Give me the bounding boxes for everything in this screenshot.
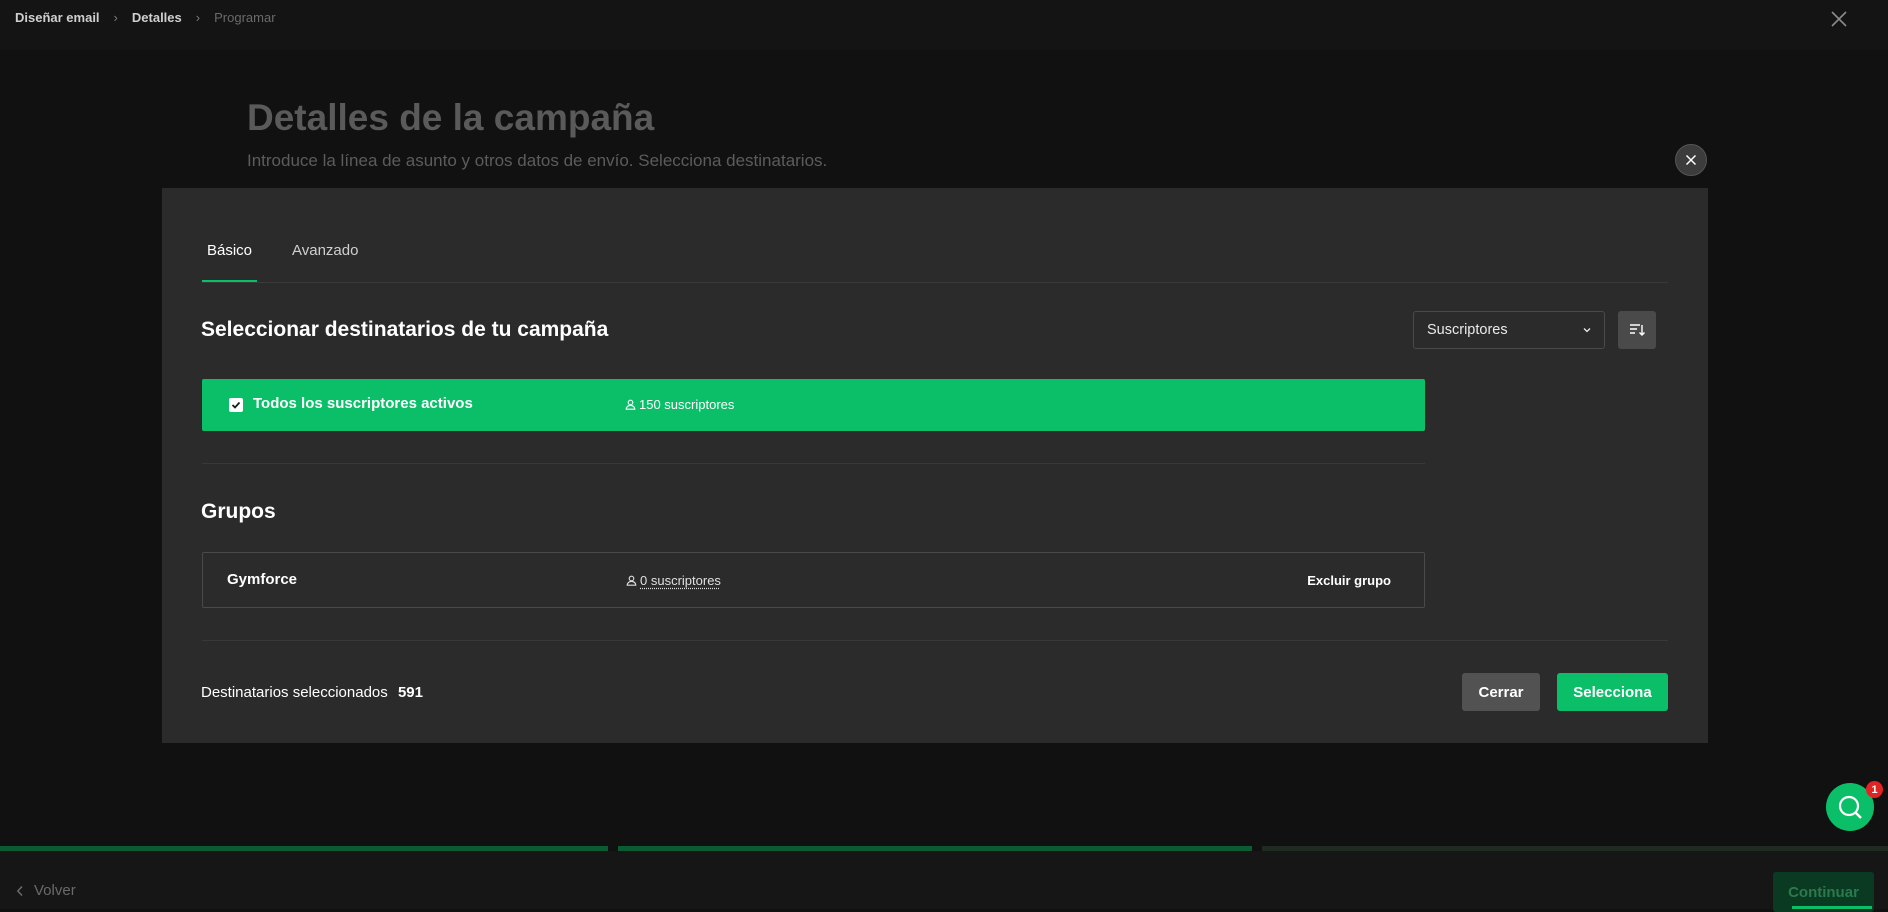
sort-button[interactable] <box>1618 311 1656 349</box>
user-icon <box>625 399 636 410</box>
modal-close-button[interactable] <box>1675 144 1707 176</box>
recipient-type-value: Suscriptores <box>1427 322 1508 338</box>
all-subscribers-label: Todos los suscriptores activos <box>253 395 473 412</box>
all-subscribers-checkbox[interactable] <box>229 398 243 412</box>
page-title: Detalles de la campaña <box>247 97 654 139</box>
section-title: Seleccionar destinatarios de tu campaña <box>201 318 608 342</box>
all-subscribers-row[interactable]: Todos los suscriptores activos 150 suscr… <box>202 379 1425 431</box>
divider <box>202 640 1668 641</box>
selected-recipients-label: Destinatarios seleccionados <box>201 684 388 701</box>
group-name: Gymforce <box>227 571 297 588</box>
page-subtitle: Introduce la línea de asunto y otros dat… <box>247 151 827 171</box>
select-button[interactable]: Selecciona <box>1557 673 1668 711</box>
chevron-left-icon <box>16 885 24 897</box>
breadcrumb: Diseñar email › Detalles › Programar <box>15 10 276 25</box>
back-label: Volver <box>34 882 76 899</box>
check-icon <box>231 400 241 410</box>
groups-title: Grupos <box>201 500 276 524</box>
breadcrumb-design-email[interactable]: Diseñar email <box>15 10 100 25</box>
tab-basic[interactable]: Básico <box>202 240 257 282</box>
chat-search-icon <box>1835 792 1865 822</box>
user-icon <box>626 575 637 586</box>
tab-advanced[interactable]: Avanzado <box>292 240 358 282</box>
top-bar: Diseñar email › Detalles › Programar <box>0 0 1888 50</box>
close-button[interactable]: Cerrar <box>1462 673 1540 711</box>
breadcrumb-chevron-icon: › <box>196 10 200 25</box>
exclude-group-button[interactable]: Excluir grupo <box>1307 573 1391 588</box>
all-subscribers-count-text: 150 suscriptores <box>639 397 734 412</box>
selected-recipients-count: 591 <box>398 684 423 701</box>
sort-icon <box>1629 323 1645 337</box>
breadcrumb-details[interactable]: Detalles <box>132 10 182 25</box>
breadcrumb-schedule[interactable]: Programar <box>214 10 275 25</box>
close-icon[interactable] <box>1828 8 1850 30</box>
group-count-text: 0 suscriptores <box>640 573 721 588</box>
close-icon <box>1685 154 1697 166</box>
back-button[interactable]: Volver <box>16 882 76 899</box>
notification-badge: 1 <box>1866 781 1883 798</box>
breadcrumb-chevron-icon: › <box>114 10 118 25</box>
group-row[interactable]: Gymforce 0 suscriptores Excluir grupo <box>202 552 1425 608</box>
all-subscribers-count: 150 suscriptores <box>625 397 734 412</box>
selected-recipients: Destinatarios seleccionados 591 <box>201 684 423 701</box>
tab-bar: Básico Avanzado <box>202 240 1668 283</box>
bottom-bar <box>0 851 1888 909</box>
recipients-modal: Básico Avanzado Seleccionar destinatario… <box>162 188 1708 743</box>
group-count[interactable]: 0 suscriptores <box>626 573 721 588</box>
divider <box>202 463 1425 464</box>
recipient-type-select[interactable]: Suscriptores <box>1413 311 1605 349</box>
chevron-down-icon <box>1582 325 1592 335</box>
